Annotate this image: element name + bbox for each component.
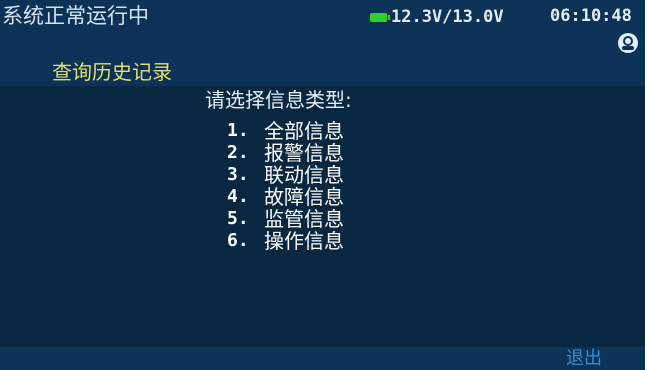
menu-item-fault[interactable]: 4. 故障信息 <box>227 186 344 208</box>
menu-item-label: 故障信息 <box>264 185 344 209</box>
clock: 06:10:48 <box>550 6 632 26</box>
menu-item-number: 1. <box>227 120 249 141</box>
menu-item-operation[interactable]: 6. 操作信息 <box>227 230 344 252</box>
menu-item-number: 6. <box>227 230 249 251</box>
exit-button[interactable]: 退出 <box>566 348 602 370</box>
menu-item-number: 2. <box>227 142 249 163</box>
menu-item-label: 监管信息 <box>264 207 344 231</box>
menu-item-supervision[interactable]: 5. 监管信息 <box>227 208 344 230</box>
page-title: 查询历史记录 <box>52 60 172 84</box>
menu-item-alarm[interactable]: 2. 报警信息 <box>227 142 344 164</box>
menu-item-number: 3. <box>227 164 249 185</box>
info-type-menu: 1. 全部信息 2. 报警信息 3. 联动信息 4. 故障信息 5. 监管信息 … <box>227 120 344 252</box>
menu-item-linkage[interactable]: 3. 联动信息 <box>227 164 344 186</box>
menu-item-number: 4. <box>227 186 249 207</box>
menu-item-all[interactable]: 1. 全部信息 <box>227 120 344 142</box>
voltage-readout: 12.3V/13.0V <box>391 7 504 27</box>
system-status-text: 系统正常运行中 <box>2 4 149 28</box>
battery-status: 12.3V/13.0V <box>370 6 504 28</box>
menu-item-number: 5. <box>227 208 249 229</box>
menu-item-label: 全部信息 <box>264 119 344 143</box>
menu-item-label: 操作信息 <box>264 229 344 253</box>
menu-item-label: 联动信息 <box>264 163 344 187</box>
battery-icon <box>370 12 390 22</box>
footer-bar <box>0 347 645 370</box>
screen: 系统正常运行中 12.3V/13.0V 06:10:48 查询历史记录 请选择信… <box>0 0 645 370</box>
user-icon[interactable] <box>617 32 639 54</box>
menu-item-label: 报警信息 <box>264 141 344 165</box>
selection-prompt: 请选择信息类型: <box>205 88 352 112</box>
